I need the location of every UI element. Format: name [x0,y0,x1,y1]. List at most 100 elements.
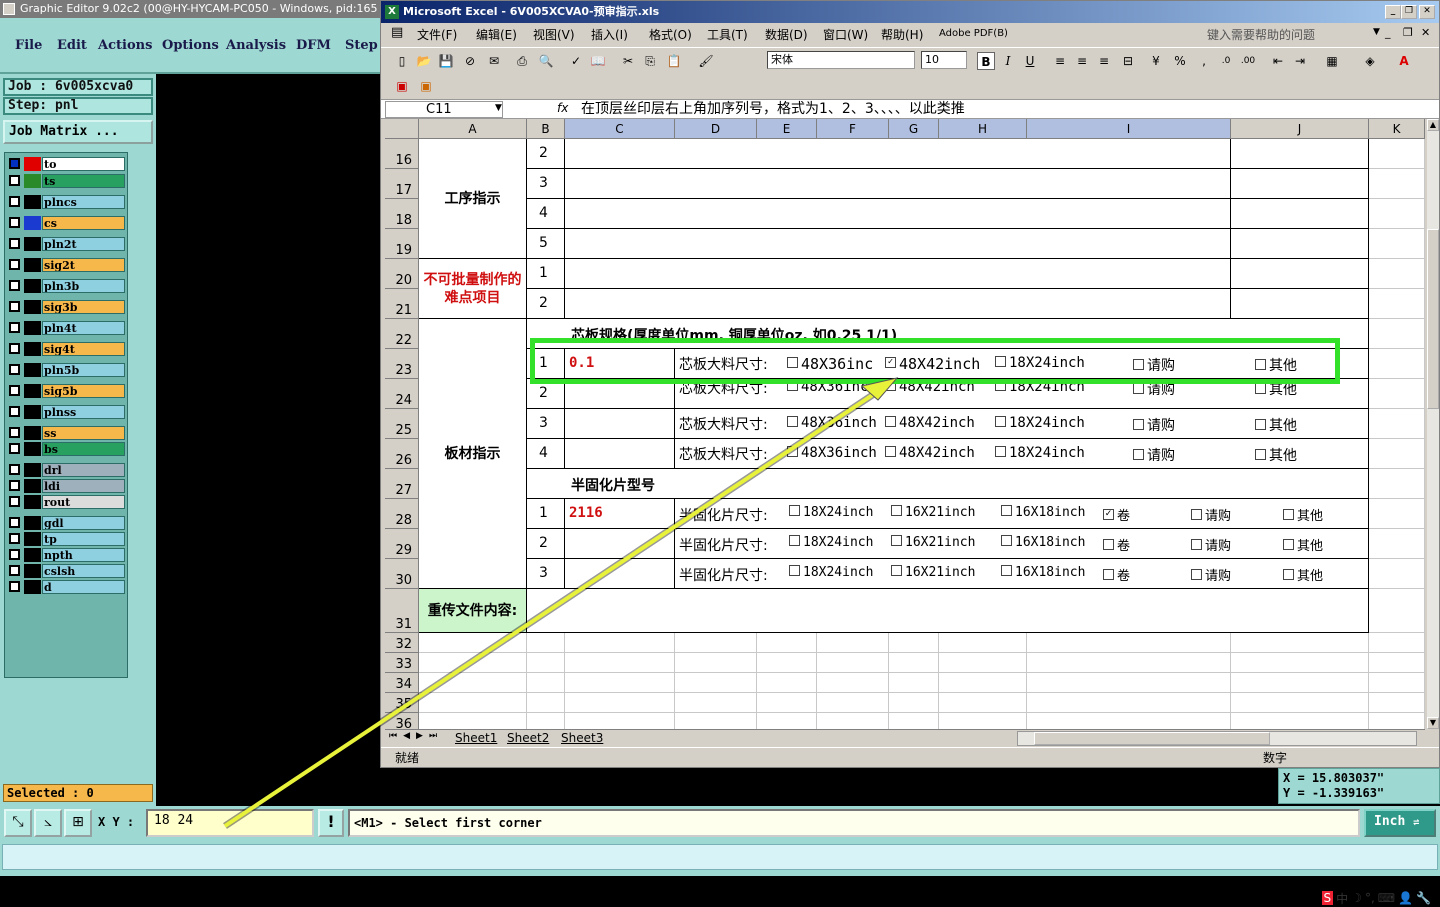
menu-options[interactable]: Options [162,38,219,53]
layer-row[interactable]: pln4t [7,321,125,335]
permission-icon[interactable]: ⊘ [461,52,479,70]
checkbox-icon[interactable] [789,505,800,516]
layer-row[interactable]: npth [7,548,125,562]
cut-icon[interactable]: ✂ [619,52,637,70]
font-size-select[interactable]: 10 [921,51,967,69]
layer-checkbox[interactable] [9,443,20,454]
checkbox-icon[interactable] [1133,358,1144,370]
core-size-option[interactable]: 48X36inch [787,415,877,431]
label-process-instruction[interactable]: 工序指示 [419,139,527,259]
checkbox-icon[interactable] [1001,565,1012,576]
select-all-corner[interactable] [385,119,419,139]
currency-icon[interactable]: ¥ [1147,52,1165,70]
checkbox-icon[interactable] [891,535,902,546]
name-box[interactable]: C11 [385,101,503,118]
scroll-up-icon[interactable]: ▲ [1427,119,1439,131]
column-header[interactable]: C [565,119,675,139]
checkbox-icon[interactable] [787,445,798,457]
prepreg-size-option[interactable]: 其他 [1283,565,1323,584]
layer-list-scrollbar[interactable] [130,152,152,678]
core-size-option[interactable]: 18X24inch [995,355,1085,371]
row-header[interactable]: 16 [385,139,419,169]
content-cell[interactable] [565,169,1231,199]
core-seq-cell[interactable]: 2 [527,379,565,409]
help-question-input[interactable]: 键入需要帮助的问题 [1207,26,1387,42]
checkbox-icon[interactable] [1001,535,1012,546]
row-header[interactable]: 31 [385,589,419,633]
layer-checkbox[interactable] [9,158,20,169]
seq-cell[interactable]: 4 [527,199,565,229]
row-header[interactable]: 32 [385,633,419,653]
checkbox-icon[interactable] [885,379,896,391]
bold-icon[interactable]: B [977,52,995,70]
name-box-dropdown-icon[interactable]: ▼ [495,103,502,113]
layer-row[interactable]: to [7,157,125,171]
scroll-thumb[interactable] [1427,229,1439,409]
layer-checkbox[interactable] [9,175,20,186]
layer-checkbox[interactable] [9,533,20,544]
core-size-option[interactable]: ✓ 48X42inch [885,355,980,373]
paste-icon[interactable]: 📋 [665,52,683,70]
prepreg-size-option[interactable]: 16X18inch [1001,535,1085,550]
core-size-option[interactable]: 请购 [1133,355,1175,375]
checkbox-icon[interactable] [1255,358,1266,370]
j-cell[interactable] [1231,169,1369,199]
core-size-option[interactable]: 其他 [1255,355,1297,375]
row-header[interactable]: 25 [385,409,419,439]
font-name-select[interactable]: 宋体 [767,51,915,69]
checkbox-icon[interactable] [787,357,798,368]
core-size-option[interactable]: 18X24inch [995,379,1085,395]
layer-checkbox[interactable] [9,343,20,354]
core-thickness-cell[interactable]: 0.1 [565,349,675,379]
row-header[interactable]: 23 [385,349,419,379]
checkbox-icon[interactable] [885,415,896,427]
column-header[interactable]: I [1027,119,1231,139]
row-header[interactable]: 30 [385,559,419,589]
merge-center-icon[interactable]: ⊟ [1119,52,1137,70]
checkbox-icon[interactable] [1255,418,1266,430]
prepreg-size-option[interactable]: 请购 [1191,565,1231,584]
menu-edit[interactable]: Edit [57,38,87,53]
checkbox-icon[interactable] [1103,569,1114,580]
minimize-button[interactable]: _ [1385,5,1401,19]
checkbox-icon[interactable] [787,415,798,427]
prepreg-type-cell[interactable]: 2116 [565,499,675,529]
ime-icon[interactable]: S [1321,891,1334,905]
layer-row[interactable]: sig5b [7,384,125,398]
label-difficult-items[interactable]: 不可批量制作的难点项目 [419,259,527,319]
layer-checkbox[interactable] [9,238,20,249]
row-header[interactable]: 22 [385,319,419,349]
core-seq-cell[interactable]: 4 [527,439,565,469]
h-scroll-thumb[interactable] [1034,732,1270,745]
increase-indent-icon[interactable]: ⇥ [1291,52,1309,70]
column-header[interactable]: D [675,119,757,139]
j-cell[interactable] [1231,289,1369,319]
checkbox-icon[interactable] [995,355,1006,367]
comma-icon[interactable]: , [1195,52,1213,70]
percent-icon[interactable]: % [1171,52,1189,70]
layer-row[interactable]: tp [7,532,125,546]
layer-checkbox[interactable] [9,496,20,507]
tab-sheet3[interactable]: Sheet3 [561,730,603,747]
pdf-email-icon[interactable]: ▣ [417,77,435,95]
row-header[interactable]: 28 [385,499,419,529]
layer-row[interactable]: ldi [7,479,125,493]
prepreg-size-option[interactable]: 18X24inch [789,505,873,520]
menu-help-cn[interactable]: 帮助(H) [881,26,923,43]
print-preview-icon[interactable]: 🔍 [537,52,555,70]
vertical-scrollbar[interactable]: ▲ ▼ [1427,119,1439,729]
spelling-icon[interactable]: ✓ [567,52,585,70]
layer-row[interactable]: drl [7,463,125,477]
j-cell[interactable] [1231,229,1369,259]
core-size-option[interactable]: 48X36inc [787,379,868,395]
zoom-area-button[interactable]: ⤡ [4,809,32,837]
core-size-option[interactable]: 其他 [1255,445,1297,465]
ime-icon[interactable]: ⌨ [1378,891,1395,905]
layer-checkbox[interactable] [9,280,20,291]
checkbox-icon[interactable] [1133,418,1144,430]
j-cell[interactable] [1231,199,1369,229]
checkbox-icon[interactable] [891,565,902,576]
layer-row[interactable]: plnss [7,405,125,419]
ime-icon[interactable]: 👤 [1398,891,1413,905]
checkbox-icon[interactable] [789,535,800,546]
